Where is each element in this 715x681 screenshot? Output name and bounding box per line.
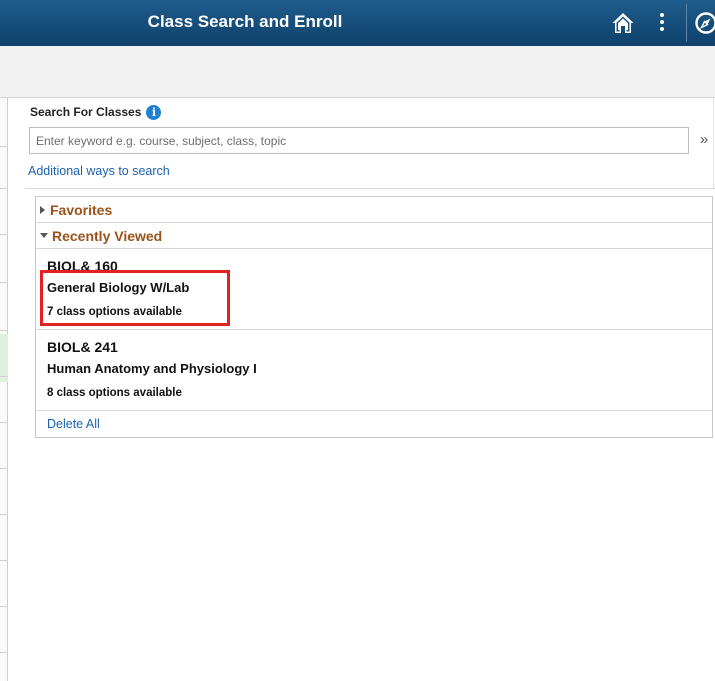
class-options-count: 7 class options available — [47, 306, 182, 318]
class-groups-panel: Favorites Recently Viewed BIOL& 160 Gene… — [35, 196, 713, 438]
class-options-count: 8 class options available — [47, 387, 182, 399]
class-code: BIOL& 160 — [47, 258, 118, 274]
search-input[interactable] — [29, 127, 689, 154]
info-icon[interactable]: i — [146, 104, 162, 120]
additional-ways-to-search-link[interactable]: Additional ways to search — [28, 164, 170, 178]
left-side-rail — [0, 98, 8, 681]
delete-all-row: Delete All — [36, 411, 712, 437]
recently-viewed-label: Recently Viewed — [52, 227, 163, 244]
page: Class Search and Enroll Search For Class… — [0, 0, 715, 681]
compass-icon[interactable] — [694, 11, 715, 35]
recent-class-item[interactable]: BIOL& 241 Human Anatomy and Physiology I… — [36, 330, 712, 411]
class-title: Human Anatomy and Physiology I — [47, 361, 257, 376]
right-edge-divider — [713, 98, 714, 188]
recently-viewed-group-header[interactable]: Recently Viewed — [36, 223, 712, 249]
recent-class-item[interactable]: BIOL& 160 General Biology W/Lab 7 class … — [36, 249, 712, 330]
triangle-right-icon — [40, 205, 45, 214]
header-bar: Class Search and Enroll — [0, 0, 715, 46]
page-title: Class Search and Enroll — [147, 12, 343, 31]
favorites-label: Favorites — [50, 201, 113, 218]
kebab-menu-icon[interactable] — [655, 10, 669, 36]
header-divider — [686, 4, 687, 42]
favorites-group-header[interactable]: Favorites — [36, 197, 712, 223]
toolbar-band — [0, 46, 715, 98]
left-rail-active-item[interactable] — [0, 334, 8, 382]
class-code: BIOL& 241 — [47, 339, 118, 355]
section-divider — [25, 188, 715, 189]
class-title: General Biology W/Lab — [47, 280, 190, 295]
search-heading: Search For Classes i — [30, 103, 162, 121]
delete-all-link[interactable]: Delete All — [47, 417, 100, 431]
triangle-down-icon — [40, 233, 48, 238]
home-icon[interactable] — [611, 11, 635, 35]
search-label: Search For Classes — [30, 105, 142, 119]
search-go-button[interactable]: » — [696, 130, 712, 150]
